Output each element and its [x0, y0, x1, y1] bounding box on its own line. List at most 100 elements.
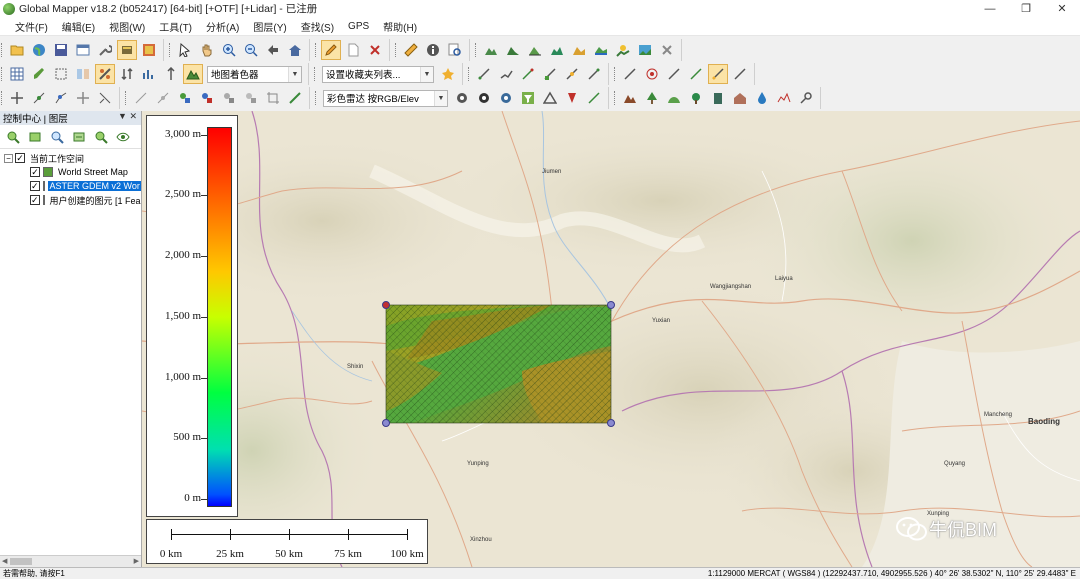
- panel-tool-1-button[interactable]: [3, 127, 23, 147]
- maximize-button[interactable]: ❐: [1008, 0, 1044, 17]
- lidar-tool-6-button[interactable]: [562, 88, 582, 108]
- panel-tool-5-button[interactable]: [91, 127, 111, 147]
- analysis-3d-4-button[interactable]: [686, 88, 706, 108]
- save-button[interactable]: [51, 40, 71, 60]
- measure-button[interactable]: [401, 40, 421, 60]
- open-online-data-button[interactable]: [29, 40, 49, 60]
- zoom-out-button[interactable]: [241, 40, 261, 60]
- terrain-tool-8-button[interactable]: [635, 40, 655, 60]
- analysis-3d-3-button[interactable]: [664, 88, 684, 108]
- menu-layer[interactable]: 图层(Y): [246, 19, 293, 34]
- analysis-3d-6-button[interactable]: [730, 88, 750, 108]
- add-favorite-button[interactable]: [438, 64, 458, 84]
- open-folder-button[interactable]: [7, 40, 27, 60]
- vertex-tool-5-button[interactable]: [95, 88, 115, 108]
- panel-tool-2-button[interactable]: [25, 127, 45, 147]
- delete-feature-button[interactable]: [365, 40, 385, 60]
- edit-tool-3-button[interactable]: [175, 88, 195, 108]
- panel-tool-6-button[interactable]: [113, 127, 133, 147]
- layer-row[interactable]: ✓ ASTER GDEM v2 Wor: [0, 179, 141, 193]
- menu-edit[interactable]: 编辑(E): [55, 19, 102, 34]
- track-tool-3-button[interactable]: [664, 64, 684, 84]
- menu-help[interactable]: 帮助(H): [376, 19, 424, 34]
- digitize-tool-3-button[interactable]: [518, 64, 538, 84]
- layer-tool-7-button[interactable]: [139, 64, 159, 84]
- info-button[interactable]: [423, 40, 443, 60]
- pan-tool-button[interactable]: [197, 40, 217, 60]
- layer-tool-3-button[interactable]: [51, 64, 71, 84]
- analysis-3d-1-button[interactable]: [620, 88, 640, 108]
- track-tool-1-button[interactable]: [620, 64, 640, 84]
- vertex-tool-1-button[interactable]: [7, 88, 27, 108]
- overview-map-button[interactable]: [139, 40, 159, 60]
- edit-tool-1-button[interactable]: [131, 88, 151, 108]
- panel-tool-4-button[interactable]: [69, 127, 89, 147]
- layer-tool-1-button[interactable]: [7, 64, 27, 84]
- layer-tool-4-button[interactable]: [73, 64, 93, 84]
- lidar-color-select[interactable]: 彩色雷达 按RGB/Elev ▼: [323, 89, 448, 107]
- terrain-tool-5-button[interactable]: [569, 40, 589, 60]
- analysis-3d-9-button[interactable]: [796, 88, 816, 108]
- menu-tools[interactable]: 工具(T): [152, 19, 199, 34]
- terrain-tool-6-button[interactable]: [591, 40, 611, 60]
- digitize-tool-4-button[interactable]: [540, 64, 560, 84]
- close-button[interactable]: ✕: [1044, 0, 1080, 17]
- digitize-tool-2-button[interactable]: [496, 64, 516, 84]
- terrain-tool-4-button[interactable]: [547, 40, 567, 60]
- analysis-3d-5-button[interactable]: [708, 88, 728, 108]
- panel-controls[interactable]: ▼ ✕: [118, 111, 137, 122]
- digitize-tool-6-button[interactable]: [584, 64, 604, 84]
- track-tool-6-button[interactable]: [730, 64, 750, 84]
- terrain-tool-7-button[interactable]: [613, 40, 633, 60]
- lidar-tool-3-button[interactable]: [496, 88, 516, 108]
- terrain-tool-1-button[interactable]: [481, 40, 501, 60]
- menu-gps[interactable]: GPS: [341, 21, 376, 32]
- select-tool-button[interactable]: [175, 40, 195, 60]
- edit-tool-7-button[interactable]: [263, 88, 283, 108]
- minimize-button[interactable]: —: [972, 0, 1008, 17]
- shader-button[interactable]: [183, 64, 203, 84]
- layer-row[interactable]: ✓ 用户创建的图元 [1 Fea: [0, 193, 141, 207]
- analysis-3d-2-button[interactable]: [642, 88, 662, 108]
- layer-tool-5-button[interactable]: [95, 64, 115, 84]
- scroll-thumb[interactable]: [10, 558, 32, 565]
- lidar-tool-7-button[interactable]: [584, 88, 604, 108]
- map-view[interactable]: Jiumen Wangjiangshan Laiyua Yuxian Shixi…: [142, 111, 1080, 567]
- full-view-button[interactable]: [285, 40, 305, 60]
- edit-tool-8-button[interactable]: [285, 88, 305, 108]
- edit-tool-4-button[interactable]: [197, 88, 217, 108]
- digitizer-button[interactable]: [321, 40, 341, 60]
- edit-tool-6-button[interactable]: [241, 88, 261, 108]
- scale-bar[interactable]: 0 km 25 km 50 km 75 km 100 km: [146, 519, 428, 564]
- terrain-tool-9-button[interactable]: [657, 40, 677, 60]
- menu-search[interactable]: 查找(S): [294, 19, 341, 34]
- track-tool-4-button[interactable]: [686, 64, 706, 84]
- lidar-tool-2-button[interactable]: [474, 88, 494, 108]
- panel-horizontal-scrollbar[interactable]: ◀ ▶: [0, 555, 141, 567]
- new-feature-button[interactable]: [343, 40, 363, 60]
- analysis-3d-8-button[interactable]: [774, 88, 794, 108]
- elevation-legend[interactable]: 3,000 m 2,500 m 2,000 m 1,500 m 1,000 m …: [146, 115, 238, 517]
- lidar-tool-5-button[interactable]: [540, 88, 560, 108]
- lidar-tool-4-button[interactable]: [518, 88, 538, 108]
- layer-tool-6-button[interactable]: [117, 64, 137, 84]
- config-button[interactable]: [95, 40, 115, 60]
- dem-overlay[interactable]: [382, 301, 615, 427]
- layer-row[interactable]: ✓ World Street Map: [0, 165, 141, 179]
- menu-analysis[interactable]: 分析(A): [199, 19, 246, 34]
- search-button[interactable]: [445, 40, 465, 60]
- vertex-tool-4-button[interactable]: [73, 88, 93, 108]
- back-button[interactable]: [263, 40, 283, 60]
- digitize-tool-5-button[interactable]: [562, 64, 582, 84]
- scroll-left-icon[interactable]: ◀: [2, 557, 7, 565]
- vertex-tool-2-button[interactable]: [29, 88, 49, 108]
- print-button[interactable]: [73, 40, 93, 60]
- menu-view[interactable]: 视图(W): [102, 19, 152, 34]
- lidar-tool-1-button[interactable]: [452, 88, 472, 108]
- terrain-tool-2-button[interactable]: [503, 40, 523, 60]
- track-tool-2-button[interactable]: [642, 64, 662, 84]
- zoom-in-button[interactable]: [219, 40, 239, 60]
- workspace-checkbox[interactable]: ✓: [15, 153, 25, 163]
- control-center-button[interactable]: [117, 40, 137, 60]
- layer-checkbox[interactable]: ✓: [30, 167, 40, 177]
